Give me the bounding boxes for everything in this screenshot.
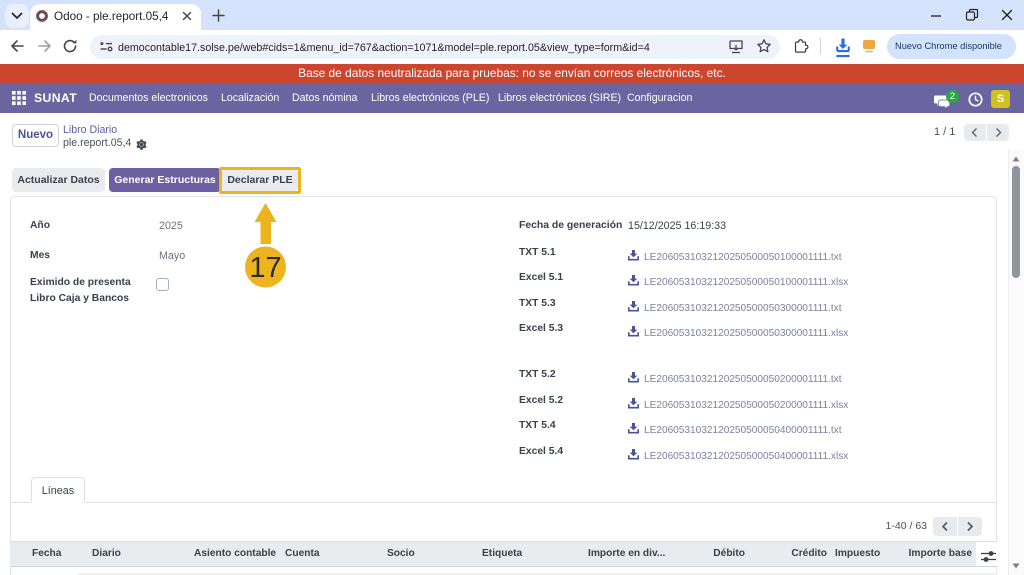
svg-text:17: 17 (249, 252, 281, 284)
